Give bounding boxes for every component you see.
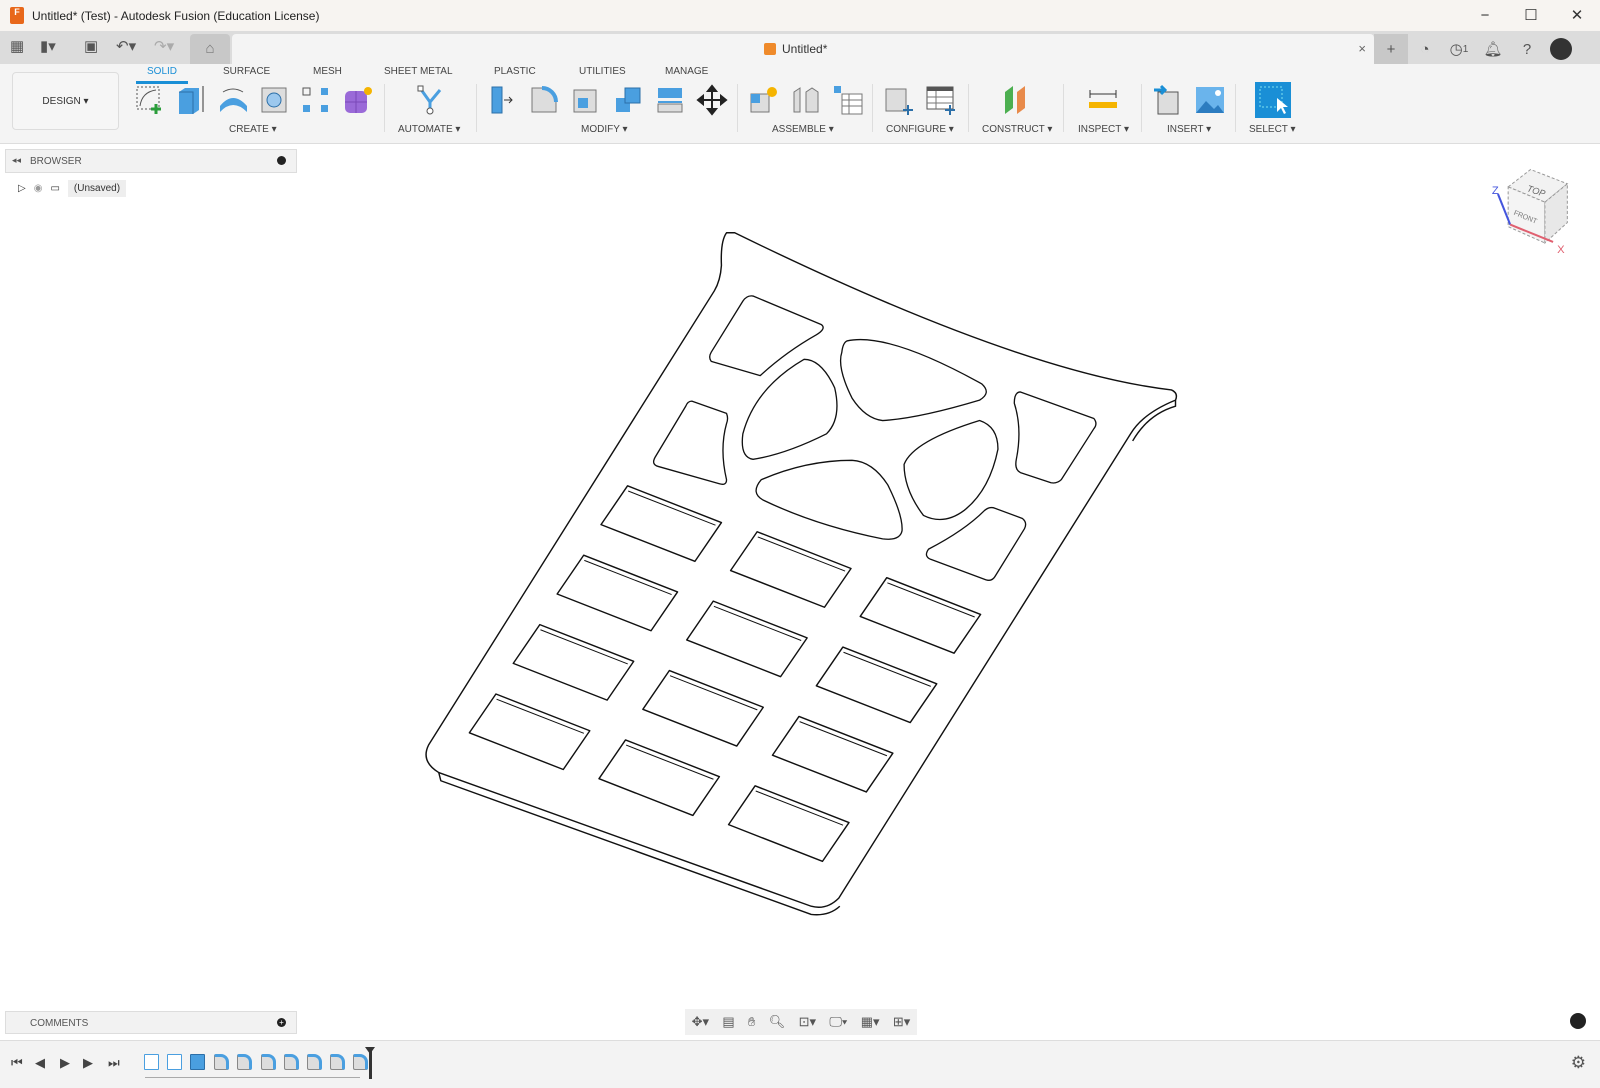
z-axis-label: Z <box>1492 185 1499 197</box>
timeline-fillet-icon[interactable] <box>261 1054 276 1070</box>
viewports-icon[interactable]: ⊞▾ <box>893 1014 910 1030</box>
timeline-fillet-icon[interactable] <box>330 1054 345 1070</box>
grid-settings-icon[interactable]: ▦▾ <box>861 1014 880 1030</box>
step-forward-icon[interactable]: ▶ <box>83 1055 93 1071</box>
timeline-bar: ⏮︎ ◀ ▶ ▶ ⏭︎ ⚙ <box>0 1040 1600 1088</box>
navigation-bar: ✥▾ ▤ ✋︎ 🔍︎ ⊡▾ 🖵▾ ▦▾ ⊞▾ <box>685 1009 917 1035</box>
step-back-icon[interactable]: ◀ <box>35 1055 45 1071</box>
go-to-start-icon[interactable]: ⏮︎ <box>11 1055 23 1071</box>
look-at-icon[interactable]: ▤ <box>722 1014 734 1030</box>
orbit-icon[interactable]: ✥▾ <box>692 1014 709 1030</box>
timeline-marker[interactable] <box>365 1047 375 1079</box>
assistant-icon[interactable] <box>1570 1013 1586 1029</box>
timeline-extrude-icon[interactable] <box>190 1054 205 1070</box>
x-axis-label: X <box>1557 244 1565 256</box>
timeline-sketch-icon[interactable] <box>144 1054 159 1070</box>
display-settings-icon[interactable]: 🖵▾ <box>829 1014 847 1030</box>
timeline-sketch-icon[interactable] <box>167 1054 182 1070</box>
play-icon[interactable]: ▶ <box>60 1055 70 1071</box>
timeline-fillet-icon[interactable] <box>284 1054 299 1070</box>
add-comment-icon[interactable]: + <box>277 1018 286 1027</box>
viewport-canvas[interactable]: TOP FRONT Z X <box>0 0 1600 1088</box>
view-cube[interactable]: TOP FRONT Z X <box>1492 168 1569 257</box>
timeline-fillet-icon[interactable] <box>237 1054 252 1070</box>
timeline-fillet-icon[interactable] <box>214 1054 229 1070</box>
go-to-end-icon[interactable]: ⏭︎ <box>108 1055 120 1071</box>
comments-title: COMMENTS <box>30 1018 89 1029</box>
timeline-settings-gear-icon[interactable]: ⚙ <box>1571 1053 1586 1073</box>
comments-panel-header[interactable]: COMMENTS + <box>5 1011 297 1034</box>
fit-window-icon[interactable]: ⊡▾ <box>799 1014 816 1030</box>
zoom-icon[interactable]: 🔍︎ <box>769 1014 786 1030</box>
timeline-fillet-icon[interactable] <box>307 1054 322 1070</box>
pan-hand-icon[interactable]: ✋︎ <box>748 1014 755 1030</box>
timeline-track <box>145 1077 360 1078</box>
